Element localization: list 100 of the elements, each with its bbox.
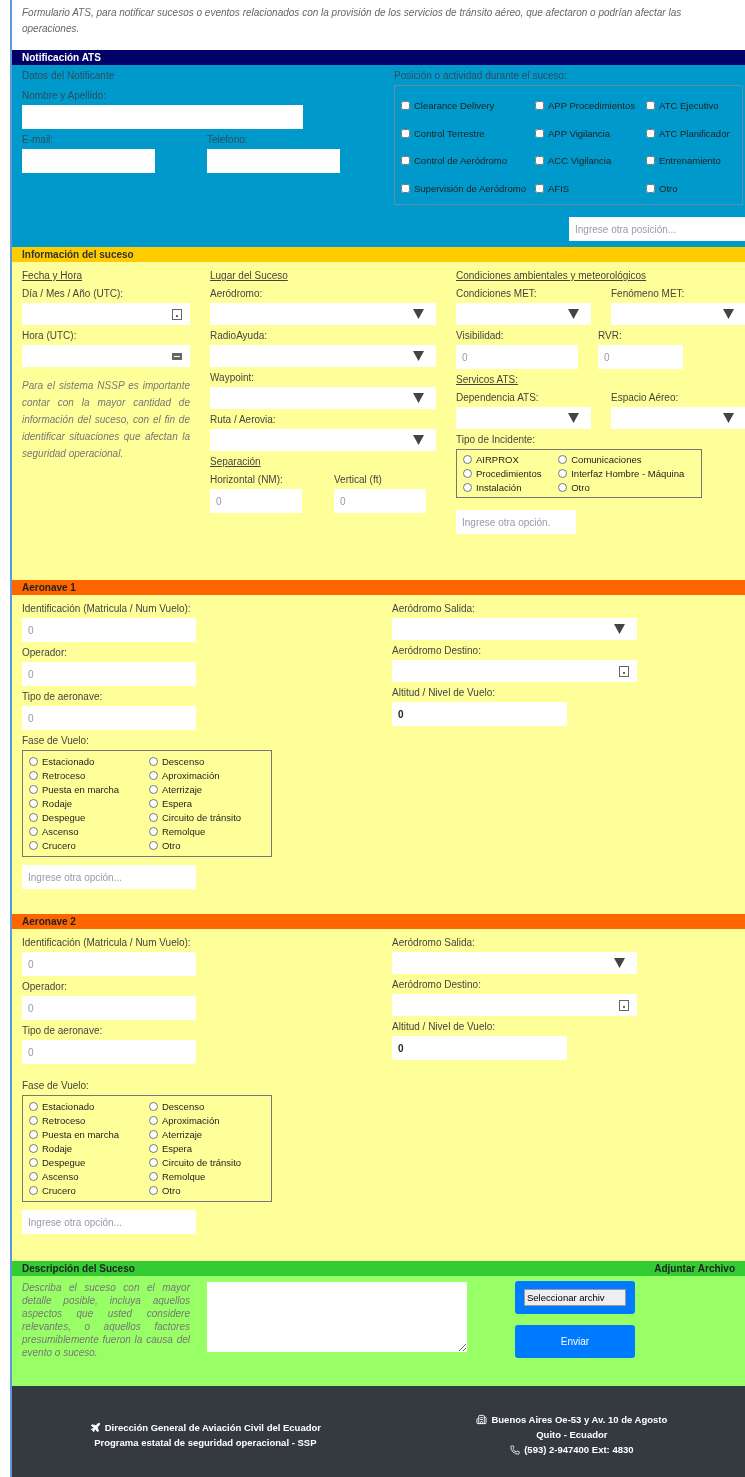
select-field[interactable]	[210, 303, 436, 325]
radio-button[interactable]	[29, 757, 38, 766]
radio-option[interactable]: Remolque	[148, 826, 265, 837]
text-field[interactable]	[22, 149, 155, 173]
radio-button[interactable]	[558, 469, 568, 478]
radio-button[interactable]	[29, 1116, 38, 1125]
radio-button[interactable]	[29, 827, 38, 836]
text-field[interactable]: 0	[210, 489, 302, 513]
radio-option[interactable]: Descenso	[148, 756, 265, 767]
radio-button[interactable]	[148, 785, 158, 794]
radio-option[interactable]: Retroceso	[29, 1115, 143, 1126]
checkbox[interactable]	[401, 101, 410, 111]
radio-button[interactable]	[29, 771, 38, 780]
radio-button[interactable]	[29, 785, 38, 794]
checkbox-option[interactable]: Otro	[646, 182, 736, 194]
radio-option[interactable]: Aproximación	[148, 1115, 265, 1126]
radio-button[interactable]	[29, 1144, 38, 1153]
select-field[interactable]	[456, 407, 591, 429]
text-field[interactable]: 0	[598, 345, 683, 369]
checkbox-option[interactable]: AFIS	[535, 182, 640, 194]
radio-option[interactable]: Otro	[148, 840, 265, 851]
radio-option[interactable]: Puesta en marcha	[29, 1129, 143, 1140]
checkbox[interactable]	[535, 101, 544, 111]
text-field[interactable]: Ingrese otra opción...	[22, 865, 196, 889]
radio-option[interactable]: Despegue	[29, 812, 143, 823]
radio-button[interactable]	[148, 841, 158, 850]
checkbox-option[interactable]: Supervisión de Aeródromo	[401, 182, 529, 194]
checkbox[interactable]	[401, 183, 410, 193]
text-field[interactable]: 0	[392, 702, 567, 726]
checkbox[interactable]	[646, 101, 655, 111]
radio-button[interactable]	[148, 827, 158, 836]
date-field[interactable]	[392, 660, 637, 682]
text-field[interactable]: 0	[392, 1036, 567, 1060]
select-field[interactable]	[392, 618, 637, 640]
radio-button[interactable]	[148, 813, 158, 822]
select-field[interactable]	[210, 429, 436, 451]
select-field[interactable]	[392, 952, 637, 974]
radio-button[interactable]	[463, 469, 472, 478]
checkbox-option[interactable]: ATC Ejecutivo	[646, 100, 736, 112]
radio-button[interactable]	[148, 1172, 158, 1181]
radio-option[interactable]: Circuito de tránsito	[148, 1157, 265, 1168]
radio-option[interactable]: Remolque	[148, 1171, 265, 1182]
select-field[interactable]	[210, 345, 436, 367]
radio-option[interactable]: Rodaje	[29, 1143, 143, 1154]
radio-button[interactable]	[29, 1186, 38, 1195]
text-field[interactable]: 0	[22, 952, 196, 976]
radio-option[interactable]: Retroceso	[29, 770, 143, 781]
checkbox[interactable]	[646, 183, 655, 193]
radio-option[interactable]: Espera	[148, 798, 265, 809]
checkbox[interactable]	[646, 156, 655, 166]
submit-button[interactable]: Enviar	[515, 1325, 635, 1358]
radio-button[interactable]	[558, 455, 568, 464]
radio-button[interactable]	[148, 1102, 158, 1111]
checkbox-option[interactable]: Clearance Delivery	[401, 100, 529, 112]
date-field[interactable]	[22, 303, 190, 325]
radio-option[interactable]: Crucero	[29, 1185, 143, 1196]
radio-option[interactable]: Rodaje	[29, 798, 143, 809]
radio-option[interactable]: Instalación	[463, 482, 553, 493]
radio-option[interactable]: Crucero	[29, 840, 143, 851]
checkbox-option[interactable]: Control Terrestre	[401, 127, 529, 139]
radio-option[interactable]: Ascenso	[29, 1171, 143, 1182]
select-field[interactable]	[611, 407, 745, 429]
radio-button[interactable]	[148, 799, 158, 808]
select-field[interactable]	[611, 303, 745, 325]
text-field[interactable]: 0	[22, 996, 196, 1020]
choose-file-button[interactable]: Seleccionar archiv	[524, 1289, 626, 1306]
radio-option[interactable]: Despegue	[29, 1157, 143, 1168]
text-field[interactable]: 0	[22, 1040, 196, 1064]
checkbox[interactable]	[535, 128, 544, 138]
radio-option[interactable]: Otro	[148, 1185, 265, 1196]
text-field[interactable]: Ingrese otra opción...	[22, 1210, 196, 1234]
radio-button[interactable]	[148, 1158, 158, 1167]
radio-option[interactable]: Aterrizaje	[148, 1129, 265, 1140]
radio-option[interactable]: AIRPROX	[463, 454, 553, 465]
radio-button[interactable]	[148, 757, 158, 766]
checkbox[interactable]	[646, 128, 655, 138]
radio-option[interactable]: Estacionado	[29, 756, 143, 767]
text-field[interactable]: 0	[456, 345, 578, 369]
radio-option[interactable]: Espera	[148, 1143, 265, 1154]
checkbox-option[interactable]: Control de Aeródromo	[401, 155, 529, 167]
radio-button[interactable]	[29, 1172, 38, 1181]
radio-button[interactable]	[463, 455, 472, 464]
radio-button[interactable]	[558, 483, 568, 492]
radio-option[interactable]: Circuito de tránsito	[148, 812, 265, 823]
radio-option[interactable]: Interfaz Hombre - Máquina	[558, 468, 695, 479]
text-field[interactable]: 0	[22, 706, 196, 730]
radio-button[interactable]	[148, 1116, 158, 1125]
text-field[interactable]: Ingrese otra opción.	[456, 510, 576, 534]
text-field[interactable]	[207, 149, 340, 173]
radio-option[interactable]: Puesta en marcha	[29, 784, 143, 795]
radio-button[interactable]	[29, 1130, 38, 1139]
select-field[interactable]	[456, 303, 591, 325]
radio-option[interactable]: Otro	[558, 482, 695, 493]
radio-button[interactable]	[29, 813, 38, 822]
radio-option[interactable]: Descenso	[148, 1101, 265, 1112]
checkbox-option[interactable]: ACC Vigilancia	[535, 155, 640, 167]
radio-button[interactable]	[29, 799, 38, 808]
radio-option[interactable]: Aterrizaje	[148, 784, 265, 795]
checkbox-option[interactable]: Entrenamiento	[646, 155, 736, 167]
text-field[interactable]: Ingrese otra posición...	[569, 217, 745, 241]
